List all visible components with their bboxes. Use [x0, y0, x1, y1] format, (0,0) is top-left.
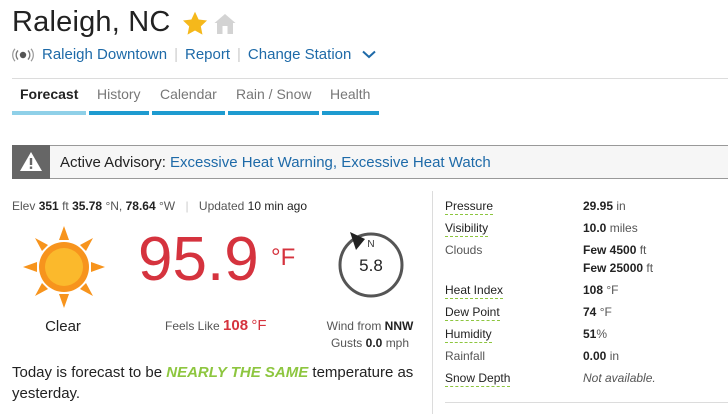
- wind-speed: 5.8: [359, 256, 383, 275]
- clouds-layer-1: Few 4500: [583, 243, 637, 257]
- snow-depth-text: Not available.: [583, 371, 656, 385]
- tab-underline-health[interactable]: [322, 111, 379, 115]
- change-station-link[interactable]: Change Station: [248, 46, 376, 63]
- tab-underline-history[interactable]: [89, 111, 149, 115]
- pressure-unit: in: [616, 199, 626, 213]
- humidity-label[interactable]: Humidity: [445, 327, 492, 343]
- today-forecast-text: Today is forecast to be NEARLY THE SAME …: [12, 362, 422, 404]
- tab-rain-snow[interactable]: Rain / Snow: [236, 86, 311, 102]
- wind-details: Wind from NNW Gusts 0.0 mph: [318, 318, 422, 352]
- clouds-value-1: Few 4500 ft: [583, 243, 646, 257]
- change-station-label: Change Station: [247, 46, 352, 63]
- gusts-label: Gusts: [330, 336, 363, 350]
- heat-index-value: 108 °F: [583, 283, 619, 297]
- rainfall-unit: in: [609, 349, 620, 363]
- current-temperature: 95.9: [138, 225, 259, 294]
- visibility-unit: miles: [609, 221, 638, 235]
- page-title: Raleigh, NC: [12, 6, 171, 38]
- clouds-unit-2: ft: [646, 261, 654, 275]
- elev-value: 351: [38, 199, 59, 213]
- separator: |: [237, 46, 241, 63]
- tab-underline-calendar[interactable]: [152, 111, 225, 115]
- divider: [12, 78, 728, 79]
- pressure-number: 29.95: [583, 199, 614, 213]
- rainfall-number: 0.00: [583, 349, 607, 363]
- wind-from-label: Wind from: [326, 319, 382, 333]
- divider: [432, 191, 433, 414]
- home-icon[interactable]: [213, 12, 237, 41]
- humidity-number: 51: [583, 327, 597, 341]
- advisory-text: Active Advisory: Excessive Heat Warning,…: [60, 154, 491, 171]
- report-link[interactable]: Report: [185, 46, 230, 63]
- divider: [445, 402, 728, 403]
- separator: |: [174, 46, 178, 63]
- temperature-unit: °F: [271, 244, 296, 271]
- tab-underline-forecast[interactable]: [12, 111, 86, 115]
- updated-value: 10 min ago: [247, 199, 308, 213]
- today-highlight: NEARLY THE SAME: [166, 364, 309, 381]
- star-icon[interactable]: [181, 10, 209, 43]
- rainfall-label: Rainfall: [445, 349, 486, 363]
- feels-like-value: 108: [223, 317, 249, 334]
- elev-unit: ft: [62, 199, 69, 213]
- station-bar: Raleigh Downtown | Report | Change Stati…: [12, 46, 376, 63]
- lat-value: 35.78: [72, 199, 103, 213]
- condition-label: Clear: [45, 318, 81, 335]
- today-prefix: Today is forecast to be: [12, 364, 163, 381]
- updated-label: Updated: [198, 199, 245, 213]
- chevron-down-icon: [361, 46, 376, 63]
- pressure-label[interactable]: Pressure: [445, 199, 494, 215]
- wind-from-value: NNW: [384, 319, 414, 333]
- tab-calendar[interactable]: Calendar: [160, 86, 217, 102]
- advisory-banner: Active Advisory: Excessive Heat Warning,…: [12, 144, 728, 179]
- snow-depth-label[interactable]: Snow Depth: [445, 371, 511, 387]
- clouds-value-2: Few 25000 ft: [583, 261, 653, 275]
- feels-like-unit: °F: [251, 317, 267, 334]
- broadcast-icon: [12, 47, 34, 62]
- clouds-layer-2: Few 25000: [583, 261, 644, 275]
- separator: |: [185, 199, 189, 213]
- visibility-label[interactable]: Visibility: [445, 221, 489, 237]
- clouds-unit-1: ft: [639, 243, 647, 257]
- dew-point-unit: °F: [599, 305, 612, 319]
- clouds-label: Clouds: [445, 243, 483, 257]
- advisory-label: Active Advisory:: [60, 153, 166, 171]
- pressure-value: 29.95 in: [583, 199, 626, 213]
- station-link[interactable]: Raleigh Downtown: [42, 46, 167, 63]
- tab-health[interactable]: Health: [330, 86, 370, 102]
- visibility-value: 10.0 miles: [583, 221, 638, 235]
- heat-index-label[interactable]: Heat Index: [445, 283, 504, 299]
- rainfall-value: 0.00 in: [583, 349, 619, 363]
- sun-icon: [22, 225, 106, 314]
- visibility-number: 10.0: [583, 221, 607, 235]
- feels-like: Feels Like 108 °F: [165, 317, 267, 334]
- dew-point-value: 74 °F: [583, 305, 612, 319]
- tab-forecast[interactable]: Forecast: [20, 86, 78, 102]
- tab-underline-rain-snow[interactable]: [228, 111, 319, 115]
- advisory-link[interactable]: Excessive Heat Warning, Excessive Heat W…: [170, 154, 491, 171]
- gusts-value: 0.0: [365, 336, 383, 350]
- heat-index-unit: °F: [606, 283, 619, 297]
- station-meta: Elev 351 ft 35.78 °N, 78.64 °W | Updated…: [12, 199, 307, 213]
- humidity-unit: %: [596, 327, 608, 341]
- feels-like-label: Feels Like: [165, 319, 220, 333]
- wind-direction-letter: N: [367, 239, 375, 250]
- heat-index-number: 108: [583, 283, 604, 297]
- elev-label: Elev: [12, 199, 36, 213]
- warning-icon: [12, 144, 50, 179]
- lon-value: 78.64: [125, 199, 156, 213]
- dew-point-number: 74: [583, 305, 597, 319]
- gusts-unit: mph: [385, 336, 410, 350]
- snow-depth-value: Not available.: [583, 371, 656, 385]
- lon-unit: °W: [158, 199, 176, 213]
- lat-unit: °N,: [105, 199, 123, 213]
- humidity-value: 51%: [583, 327, 607, 341]
- tab-history[interactable]: History: [97, 86, 141, 102]
- dew-point-label[interactable]: Dew Point: [445, 305, 500, 321]
